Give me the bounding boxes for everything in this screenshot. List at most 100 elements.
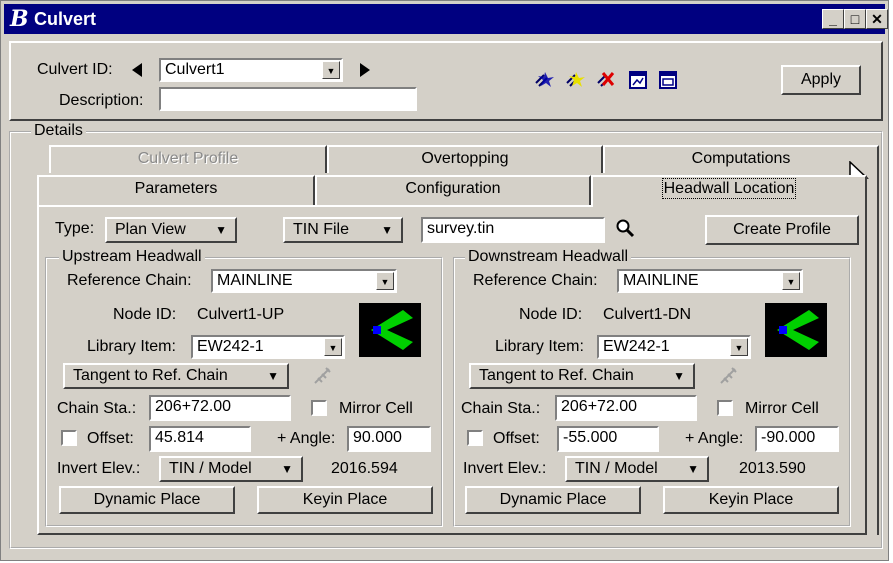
upstream-node-id-label: Node ID:	[113, 306, 177, 323]
downstream-node-id-label: Node ID:	[519, 306, 583, 323]
triangle-down-icon: ▼	[381, 223, 393, 237]
tin-file-field[interactable]: survey.tin	[421, 217, 605, 243]
upstream-chain-sta-field[interactable]: 206+72.00	[149, 395, 291, 421]
tab-computations[interactable]: Computations	[603, 145, 879, 173]
chevron-down-icon[interactable]: ▼	[730, 338, 748, 356]
downstream-invert-label: Invert Elev.:	[463, 460, 547, 477]
downstream-invert-method: TIN / Model	[575, 460, 658, 477]
tab-headwall-location[interactable]: Headwall Location	[591, 175, 867, 207]
tab-overtopping[interactable]: Overtopping	[327, 145, 603, 173]
downstream-orientation-value: Tangent to Ref. Chain	[479, 367, 634, 384]
window-title: Culvert	[34, 9, 97, 29]
upstream-library-label: Library Item:	[87, 338, 176, 355]
chevron-down-icon[interactable]: ▼	[324, 338, 342, 356]
chevron-down-icon[interactable]: ▼	[322, 61, 340, 79]
upstream-keyin-place-button[interactable]: Keyin Place	[257, 486, 433, 514]
downstream-library-value: EW242-1	[603, 338, 670, 355]
downstream-ref-chain-value: MAINLINE	[623, 272, 699, 289]
downstream-offset-checkbox[interactable]	[467, 430, 483, 446]
downstream-library-combo[interactable]: EW242-1 ▼	[597, 335, 751, 359]
triangle-down-icon: ▼	[215, 223, 227, 237]
upstream-angle-field[interactable]: 90.000	[347, 426, 431, 452]
downstream-offset-field[interactable]: -55.000	[557, 426, 659, 452]
upstream-invert-method: TIN / Model	[169, 460, 252, 477]
downstream-orientation-menu[interactable]: Tangent to Ref. Chain ▼	[469, 363, 695, 389]
close-button[interactable]: ✕	[866, 9, 888, 29]
add-culvert-icon[interactable]	[533, 69, 555, 91]
title-bar[interactable]: B Culvert _ □ ✕	[4, 4, 888, 34]
downstream-angle-field[interactable]: -90.000	[755, 426, 839, 452]
downstream-keyin-place-button[interactable]: Keyin Place	[663, 486, 839, 514]
downstream-chain-sta-field[interactable]: 206+72.00	[555, 395, 697, 421]
upstream-library-combo[interactable]: EW242-1 ▼	[191, 335, 345, 359]
surface-option-menu[interactable]: TIN File ▼	[283, 217, 403, 243]
report-icon[interactable]	[659, 71, 677, 89]
upstream-angle-label: + Angle:	[277, 430, 336, 447]
culvert-dialog: B Culvert _ □ ✕ Culvert ID: Culvert1 ▼ D…	[0, 0, 889, 561]
type-option-menu[interactable]: Plan View ▼	[105, 217, 237, 243]
downstream-ref-chain-combo[interactable]: MAINLINE ▼	[617, 269, 803, 293]
culvert-id-combo[interactable]: Culvert1 ▼	[159, 58, 343, 82]
apply-button[interactable]: Apply	[781, 65, 861, 95]
downstream-headwall-title: Downstream Headwall	[465, 248, 632, 266]
triangle-down-icon: ▼	[267, 369, 279, 383]
upstream-invert-method-menu[interactable]: TIN / Model ▼	[159, 456, 303, 482]
upstream-offset-checkbox[interactable]	[61, 430, 77, 446]
upstream-ref-chain-combo[interactable]: MAINLINE ▼	[211, 269, 397, 293]
upstream-offset-label: Offset:	[87, 430, 134, 447]
view-profile-icon[interactable]	[629, 71, 647, 89]
tab-stack-edge	[867, 149, 879, 535]
downstream-mirror-checkbox[interactable]	[717, 400, 733, 416]
upstream-mirror-label: Mirror Cell	[339, 400, 413, 417]
downstream-dynamic-place-button[interactable]: Dynamic Place	[465, 486, 641, 514]
minimize-button[interactable]: _	[822, 9, 844, 29]
description-label: Description:	[59, 92, 144, 109]
tab-configuration[interactable]: Configuration	[315, 175, 591, 205]
header-panel: Culvert ID: Culvert1 ▼ Description: Appl…	[9, 41, 883, 121]
headwall-cell-icon	[371, 310, 413, 350]
upstream-offset-field[interactable]: 45.814	[149, 426, 251, 452]
upstream-invert-label: Invert Elev.:	[57, 460, 141, 477]
downstream-mirror-label: Mirror Cell	[745, 400, 819, 417]
surface-value: TIN File	[293, 221, 349, 238]
upstream-headwall-title: Upstream Headwall	[59, 248, 205, 266]
delete-culvert-icon[interactable]	[595, 69, 617, 91]
downstream-node-id-value: Culvert1-DN	[603, 306, 692, 323]
downstream-library-label: Library Item:	[495, 338, 584, 355]
chevron-down-icon[interactable]: ▼	[376, 272, 394, 290]
downstream-invert-method-menu[interactable]: TIN / Model ▼	[565, 456, 709, 482]
downstream-chain-sta-label: Chain Sta.:	[461, 400, 541, 417]
tab-culvert-profile[interactable]: Culvert Profile	[49, 145, 327, 173]
upstream-orientation-value: Tangent to Ref. Chain	[73, 367, 228, 384]
type-value: Plan View	[115, 221, 186, 238]
description-field[interactable]	[159, 87, 417, 111]
previous-culvert-icon[interactable]	[131, 63, 143, 77]
upstream-orientation-menu[interactable]: Tangent to Ref. Chain ▼	[63, 363, 289, 389]
upstream-ref-chain-value: MAINLINE	[217, 272, 293, 289]
copy-culvert-icon[interactable]	[564, 69, 586, 91]
chevron-down-icon[interactable]: ▼	[782, 272, 800, 290]
culvert-id-label: Culvert ID:	[37, 61, 113, 78]
headwall-cell-icon	[777, 310, 819, 350]
bentley-b-icon: B	[10, 6, 29, 32]
triangle-down-icon: ▼	[687, 462, 699, 476]
details-label: Details	[31, 122, 86, 140]
downstream-offset-label: Offset:	[493, 430, 540, 447]
maximize-button[interactable]: □	[844, 9, 866, 29]
locate-chain-icon	[314, 367, 331, 384]
upstream-cell-preview	[359, 303, 421, 357]
search-icon[interactable]	[615, 218, 635, 238]
downstream-invert-value: 2013.590	[739, 460, 806, 477]
downstream-ref-chain-label: Reference Chain:	[473, 272, 598, 289]
upstream-dynamic-place-button[interactable]: Dynamic Place	[59, 486, 235, 514]
upstream-invert-value: 2016.594	[331, 460, 398, 477]
next-culvert-icon[interactable]	[359, 63, 371, 77]
tab-parameters[interactable]: Parameters	[37, 175, 315, 205]
upstream-mirror-checkbox[interactable]	[311, 400, 327, 416]
culvert-id-value: Culvert1	[165, 61, 225, 78]
create-profile-button[interactable]: Create Profile	[705, 215, 859, 245]
locate-chain-icon	[720, 367, 737, 384]
upstream-library-value: EW242-1	[197, 338, 264, 355]
upstream-node-id-value: Culvert1-UP	[197, 306, 285, 323]
type-label: Type:	[55, 220, 95, 237]
